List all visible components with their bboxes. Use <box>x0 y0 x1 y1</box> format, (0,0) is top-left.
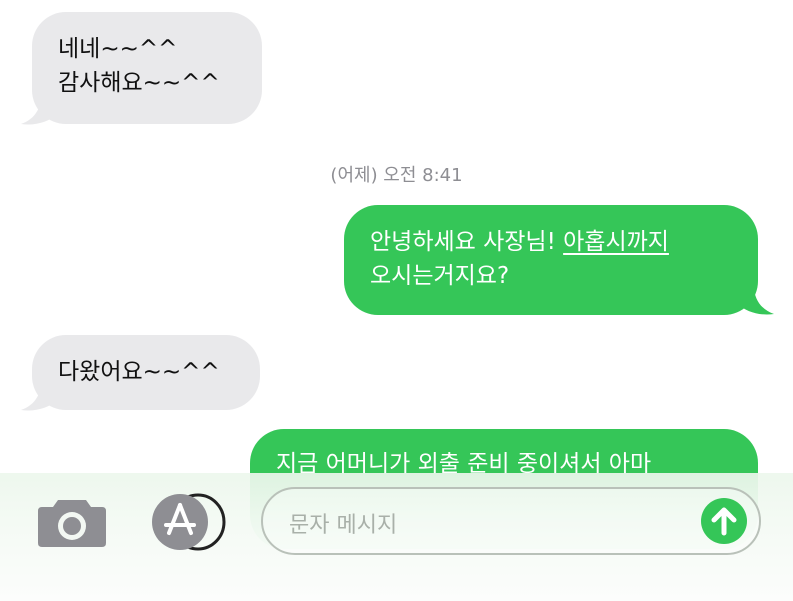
timestamp: (어제) 오전 8:41 <box>330 165 463 186</box>
message-line: 다왔어요~~^^ <box>58 359 220 385</box>
message-text: 안녕하세요 사장님! <box>370 229 564 255</box>
message-placeholder: 문자 메시지 <box>289 513 398 538</box>
camera-icon[interactable] <box>36 496 108 548</box>
message-line: 네네~~^^ <box>58 36 178 62</box>
app-store-icon[interactable] <box>150 493 230 551</box>
message-line: 오시는거지요? <box>370 263 510 289</box>
message-line: 안녕하세요 사장님! 아홉시까지 <box>370 225 732 259</box>
send-arrow-icon <box>711 507 737 536</box>
received-message[interactable]: 네네~~^^ 감사해요~~^^ <box>32 12 262 124</box>
message-input[interactable]: 문자 메시지 <box>261 487 761 555</box>
sent-message[interactable]: 안녕하세요 사장님! 아홉시까지 오시는거지요? <box>344 205 758 315</box>
received-message[interactable]: 다왔어요~~^^ <box>32 335 260 410</box>
message-line: 감사해요~~^^ <box>58 70 220 96</box>
send-button[interactable] <box>701 498 747 544</box>
time-link[interactable]: 아홉시까지 <box>563 229 669 255</box>
